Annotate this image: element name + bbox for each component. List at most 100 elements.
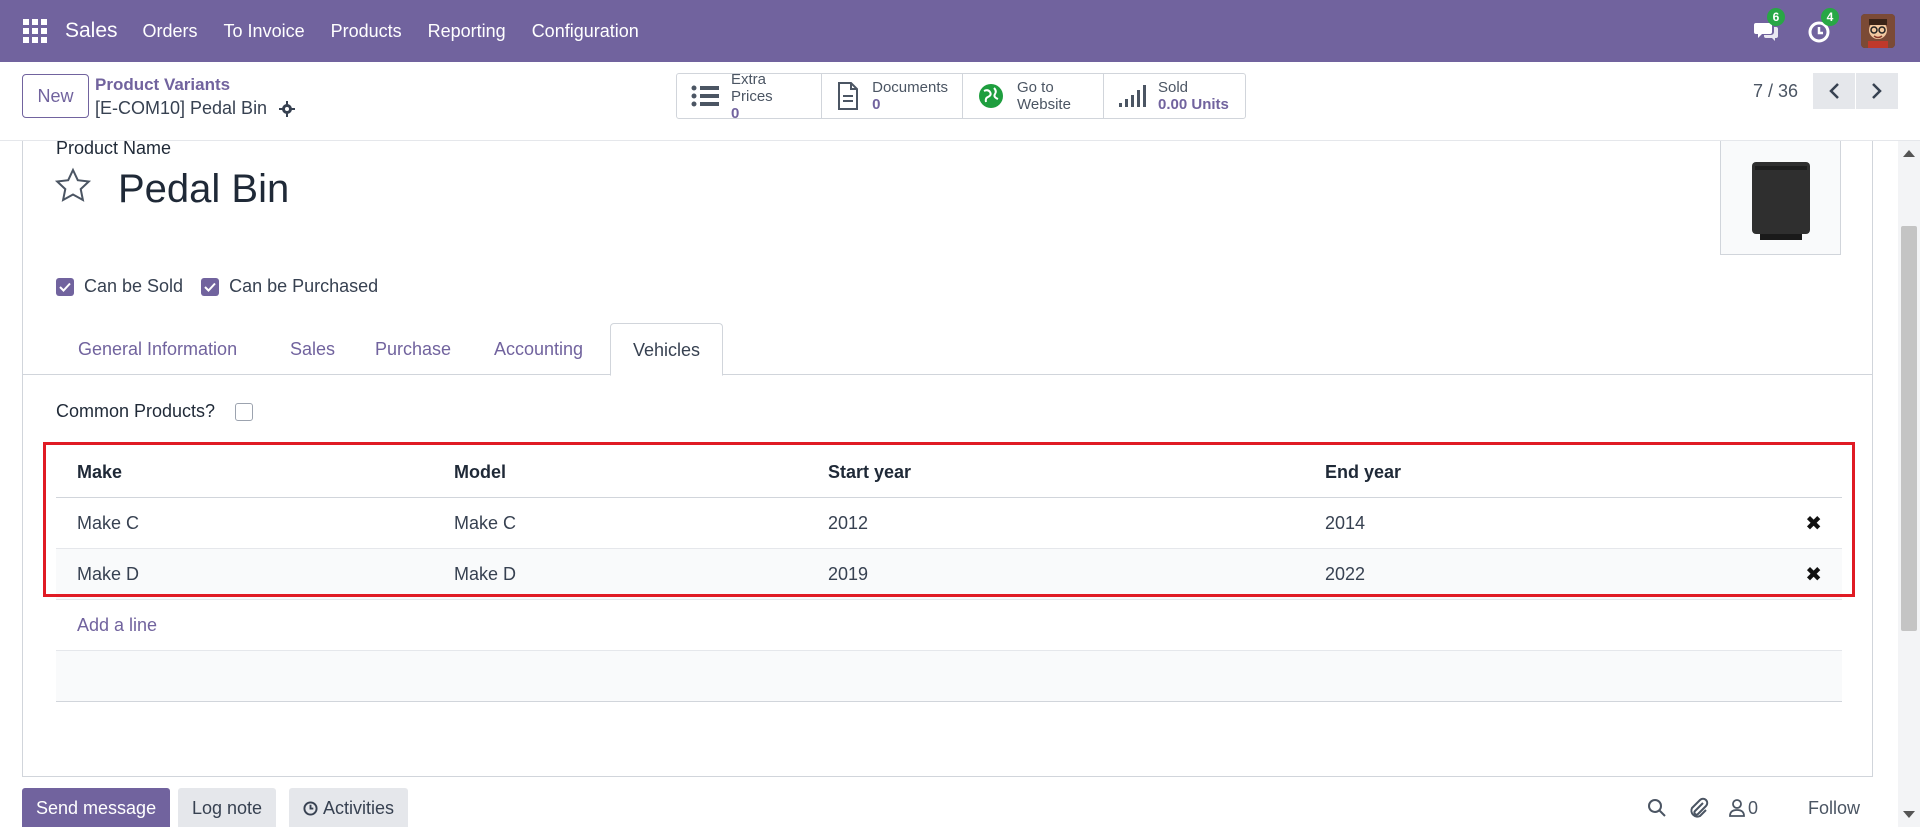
cell-make[interactable]: Make D xyxy=(56,564,454,585)
globe-icon xyxy=(977,82,1005,110)
signal-icon xyxy=(1118,82,1146,110)
product-image[interactable] xyxy=(1720,141,1841,255)
can-be-sold-checkbox[interactable] xyxy=(56,277,74,296)
documents-button[interactable]: Documents 0 xyxy=(822,74,963,118)
main-menu: Orders To Invoice Products Reporting Con… xyxy=(130,21,652,42)
cell-model[interactable]: Make D xyxy=(454,564,828,585)
gear-icon[interactable] xyxy=(279,100,296,117)
common-products-checkbox[interactable] xyxy=(235,402,254,421)
paperclip-icon[interactable] xyxy=(1687,797,1709,819)
table-header: Make Model Start year End year xyxy=(56,447,1842,498)
followers-count: 0 xyxy=(1747,797,1758,818)
can-be-purchased-option[interactable]: Can be Purchased xyxy=(201,276,378,297)
cell-start-year[interactable]: 2019 xyxy=(828,564,1325,585)
website-label: Website xyxy=(1017,96,1071,113)
cell-make[interactable]: Make C xyxy=(56,513,454,534)
common-products-label: Common Products? xyxy=(56,401,216,421)
menu-reporting[interactable]: Reporting xyxy=(415,21,519,42)
check-icon xyxy=(59,282,71,292)
add-line-link[interactable]: Add a line xyxy=(56,600,1842,651)
header-model[interactable]: Model xyxy=(454,462,828,483)
cell-end-year[interactable]: 2014 xyxy=(1325,513,1764,534)
tab-sales[interactable]: Sales xyxy=(268,323,357,375)
app-name[interactable]: Sales xyxy=(65,19,118,43)
form-sheet: Product Name Pedal Bin Can be Sold Can b… xyxy=(22,138,1873,777)
user-icon xyxy=(1729,799,1745,817)
scroll-thumb[interactable] xyxy=(1901,226,1917,631)
chevron-right-icon xyxy=(1872,83,1882,99)
vehicles-table: Make Model Start year End year Make C Ma… xyxy=(43,442,1855,702)
top-navbar: Sales Orders To Invoice Products Reporti… xyxy=(0,0,1920,62)
activities-button-chatter[interactable]: Activities xyxy=(289,788,409,827)
pager-value[interactable]: 7 / 36 xyxy=(1753,81,1798,102)
star-icon[interactable] xyxy=(54,167,92,205)
pager: 7 / 36 xyxy=(1753,73,1898,109)
delete-row-icon[interactable]: ✖ xyxy=(1805,562,1822,587)
pager-next-button[interactable] xyxy=(1856,73,1898,109)
document-icon xyxy=(836,82,860,110)
tab-general-information[interactable]: General Information xyxy=(56,323,259,375)
sale-purchase-options: Can be Sold Can be Purchased xyxy=(56,276,396,297)
followers-button[interactable]: 0 xyxy=(1729,798,1758,819)
menu-orders[interactable]: Orders xyxy=(130,21,211,42)
tab-purchase[interactable]: Purchase xyxy=(353,323,473,375)
can-be-purchased-checkbox[interactable] xyxy=(201,277,220,296)
go-to-label: Go to xyxy=(1017,79,1054,96)
menu-products[interactable]: Products xyxy=(318,21,415,42)
smart-buttons: Extra Prices 0 Documents 0 Go to Website xyxy=(676,70,1246,122)
tab-vehicles[interactable]: Vehicles xyxy=(610,323,724,376)
pedal-bin-image xyxy=(1751,161,1810,240)
header-end-year[interactable]: End year xyxy=(1325,462,1764,483)
activities-button[interactable]: 4 xyxy=(1807,8,1839,44)
product-name-label: Product Name xyxy=(56,138,172,158)
product-name-field[interactable]: Pedal Bin xyxy=(118,167,289,212)
delete-row-icon[interactable]: ✖ xyxy=(1805,511,1822,536)
list-icon xyxy=(691,82,719,110)
table-row[interactable]: Make C Make C 2012 2014 ✖ xyxy=(56,498,1842,549)
follow-button[interactable]: Follow xyxy=(1808,798,1860,819)
messages-badge: 6 xyxy=(1767,8,1785,26)
sold-button[interactable]: Sold 0.00 Units xyxy=(1104,74,1245,118)
activities-label: Activities xyxy=(323,797,395,818)
scrollbar[interactable] xyxy=(1898,141,1920,827)
can-be-sold-label: Can be Sold xyxy=(84,276,184,296)
tab-accounting[interactable]: Accounting xyxy=(472,323,605,375)
cell-model[interactable]: Make C xyxy=(454,513,828,534)
new-button[interactable]: New xyxy=(22,74,89,118)
header-start-year[interactable]: Start year xyxy=(828,462,1325,483)
extra-prices-button[interactable]: Extra Prices 0 xyxy=(677,70,822,122)
cell-start-year[interactable]: 2012 xyxy=(828,513,1325,534)
go-to-website-button[interactable]: Go to Website xyxy=(963,74,1104,118)
sold-label: Sold xyxy=(1158,79,1189,96)
menu-configuration[interactable]: Configuration xyxy=(519,21,652,42)
empty-row xyxy=(56,651,1842,702)
chevron-left-icon xyxy=(1829,83,1839,99)
search-icon[interactable] xyxy=(1647,798,1667,818)
log-note-button[interactable]: Log note xyxy=(178,788,277,827)
header-make[interactable]: Make xyxy=(56,462,454,483)
can-be-purchased-label: Can be Purchased xyxy=(229,276,379,296)
extra-prices-value: 0 xyxy=(731,104,740,122)
messages-button[interactable]: 6 xyxy=(1753,8,1785,44)
scroll-up-arrow[interactable] xyxy=(1903,150,1915,157)
clock-icon xyxy=(303,800,318,816)
menu-to-invoice[interactable]: To Invoice xyxy=(211,21,318,42)
check-icon xyxy=(204,282,216,292)
breadcrumb-current-label: [E-COM10] Pedal Bin xyxy=(95,98,268,118)
notebook-tabs: General Information Sales Purchase Accou… xyxy=(23,323,1872,376)
scroll-down-arrow[interactable] xyxy=(1903,811,1915,818)
table-row[interactable]: Make D Make D 2019 2022 ✖ xyxy=(56,549,1842,600)
breadcrumb: Product Variants [E-COM10] Pedal Bin xyxy=(95,75,296,119)
cell-end-year[interactable]: 2022 xyxy=(1325,564,1764,585)
send-message-button[interactable]: Send message xyxy=(22,788,171,827)
user-avatar[interactable] xyxy=(1861,14,1895,48)
chatter-tools: 0 Follow xyxy=(1627,788,1882,827)
breadcrumb-parent[interactable]: Product Variants xyxy=(95,75,295,95)
chatter-bar: Send message Log note Activities 0 Follo… xyxy=(22,788,1882,827)
breadcrumb-current: [E-COM10] Pedal Bin xyxy=(95,98,296,119)
can-be-sold-option[interactable]: Can be Sold xyxy=(56,276,183,297)
pager-previous-button[interactable] xyxy=(1813,73,1855,109)
documents-value: 0 xyxy=(872,96,881,113)
extra-prices-label: Extra Prices xyxy=(731,70,773,105)
apps-menu-icon[interactable] xyxy=(23,19,47,43)
